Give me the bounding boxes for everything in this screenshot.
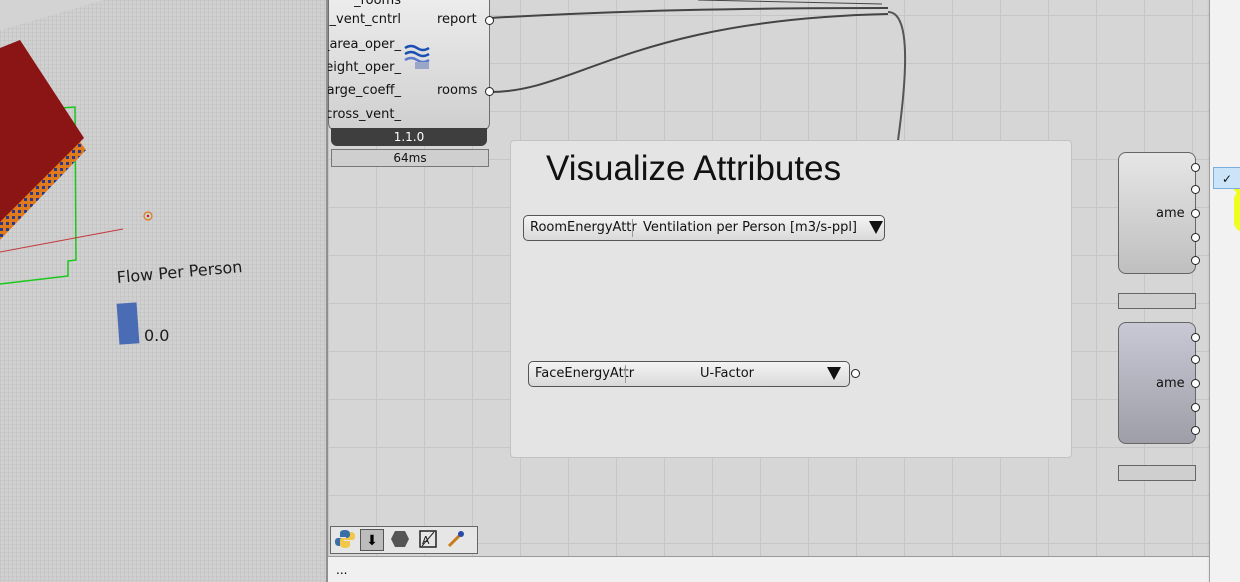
divider [632,219,633,237]
dropdown-menu-item[interactable]: Infiltration Schedule [1210,343,1240,365]
output-port[interactable] [1191,355,1200,364]
dropdown-menu-item[interactable]: ✓Ventilation per Person [m3/s-ppl] [1213,167,1240,189]
visualize-component-top[interactable]: ame [1118,152,1200,274]
legend-swatch [116,302,140,345]
dropdown-menu-item[interactable]: Heating Schedule [1210,387,1240,409]
ventilation-component[interactable]: _rooms _vent_cntrl _area_oper_ _height_o… [328,0,494,167]
output-port[interactable] [1191,256,1200,265]
dropdown-menu-item[interactable]: People per Area [ppl/m2] [1210,35,1240,57]
ladybug-tools-icon [404,44,430,69]
checkmark-icon: ✓ [1222,172,1233,186]
toggle-icon[interactable]: A [416,529,440,551]
output-port[interactable] [1191,233,1200,242]
divider [625,365,626,383]
dropdown-menu-item[interactable]: Ventilation per Volume [ACH] [1210,211,1240,233]
dropdown-menu-item[interactable]: Electric Equipment Schedule [1210,299,1240,321]
component-status-bar [1118,293,1196,309]
dropdown-arrow-icon[interactable] [869,221,883,234]
dropdown-menu-item[interactable]: Occupancy Schedule [1210,233,1240,255]
dropdown-menu-item[interactable]: Cooling Schedule [1210,409,1240,431]
output-port[interactable] [1191,426,1200,435]
value-list-selected[interactable]: Ventilation per Person [m3/s-ppl] [634,220,866,235]
wire [489,13,889,93]
dropdown-menu-item[interactable]: Is Conditioned [1210,13,1240,35]
attribute-dropdown-menu[interactable]: Construction SetIs ConditionedPeople per… [1209,0,1240,582]
dropdown-menu-item[interactable]: Cooling Setpoint [C] [1210,453,1240,475]
output-port[interactable] [1191,163,1200,172]
value-list-selected[interactable]: U-Factor [627,366,827,381]
component-status-bar [1118,465,1196,481]
dropdown-menu-item[interactable]: Economizer Type [1210,563,1240,582]
status-bar: ... [328,556,1240,582]
output-port[interactable] [485,87,494,96]
dropdown-arrow-icon[interactable] [827,367,841,380]
component-input[interactable]: _discharge_coeff_ [328,83,401,98]
rhino-viewport[interactable]: Flow Per Person 0.0 [0,0,326,582]
component-timing: 64ms [331,149,489,167]
dropdown-menu-item[interactable]: Infiltration per Exterior Area [m3/s-m2] [1210,145,1240,167]
output-port[interactable] [1191,209,1200,218]
output-port[interactable] [1191,403,1200,412]
output-port[interactable] [1191,185,1200,194]
dropdown-menu-item[interactable]: Electric Equipment per Area [W/m2] [1210,101,1240,123]
value-list-name: FaceEnergyAttr [535,366,635,381]
component-output-rooms[interactable]: rooms [437,83,477,98]
dropdown-menu-item[interactable]: Cooling Setback [C] [1210,497,1240,519]
component-input[interactable]: _height_oper_ [328,60,401,75]
component-input[interactable]: _rooms [354,0,401,8]
output-port[interactable] [1191,333,1200,342]
face-attr-value-list[interactable]: FaceEnergyAttr U-Factor [528,361,860,387]
download-icon[interactable]: ⬇ [360,529,384,551]
dropdown-menu-item[interactable]: Lighting Schedule [1210,277,1240,299]
eyedropper-icon[interactable] [444,529,468,551]
component-input[interactable]: _vent_cntrl [330,12,401,27]
dropdown-menu-item[interactable]: Humidifying Setpoint [%] [1210,519,1240,541]
output-port[interactable] [485,16,494,25]
component-output-label: ame [1156,376,1185,391]
visualize-attributes-group[interactable]: Visualize Attributes RoomEnergyAttr Vent… [510,140,1072,458]
canvas-toolbar: ⬇ A [330,526,478,554]
component-output-report[interactable]: report [437,12,477,27]
group-title: Visualize Attributes [546,149,842,188]
hexagon-icon[interactable] [388,529,412,551]
room-attr-value-list[interactable]: RoomEnergyAttr Ventilation per Person [m… [523,215,885,241]
component-output-label: ame [1156,206,1185,221]
wire [697,0,883,5]
dropdown-menu-item[interactable]: Lighting per Area [W/m2] [1210,79,1240,101]
value-list-name: RoomEnergyAttr [530,220,637,235]
dropdown-menu-item[interactable]: Gas Equipment per Area [W/m2] [1210,123,1240,145]
dropdown-menu-item[interactable]: Area per Person [m2/ppl] [1210,57,1240,79]
dropdown-menu-item[interactable]: Activity Schedule [1210,255,1240,277]
dropdown-menu-item[interactable]: Ventilation Schedule [1210,365,1240,387]
viewport-geometry [0,0,326,582]
output-port[interactable] [851,369,860,378]
dropdown-menu-item[interactable]: Ventilation per Floor Area [m3/s-m2] [1210,189,1240,211]
dropdown-menu-item[interactable]: Heating Setback [C] [1210,475,1240,497]
grasshopper-canvas[interactable]: _rooms _vent_cntrl _area_oper_ _height_o… [326,0,1240,582]
dropdown-menu-item[interactable]: Construction Set [1210,0,1240,13]
python-icon[interactable] [333,529,357,551]
dropdown-menu-item[interactable]: Gas Equipment Schedule [1210,321,1240,343]
legend-value: 0.0 [144,326,170,345]
component-version: 1.1.0 [331,128,487,146]
dropdown-menu-item[interactable]: Dehumidifying Setpoint [%] [1210,541,1240,563]
visualize-component-bottom[interactable]: ame [1118,322,1200,444]
dropdown-menu-item[interactable]: Heating Setpoint [C] [1210,431,1240,453]
output-port[interactable] [1191,379,1200,388]
component-input[interactable]: _area_oper_ [328,37,401,52]
component-input[interactable]: _cross_vent_ [328,107,401,122]
